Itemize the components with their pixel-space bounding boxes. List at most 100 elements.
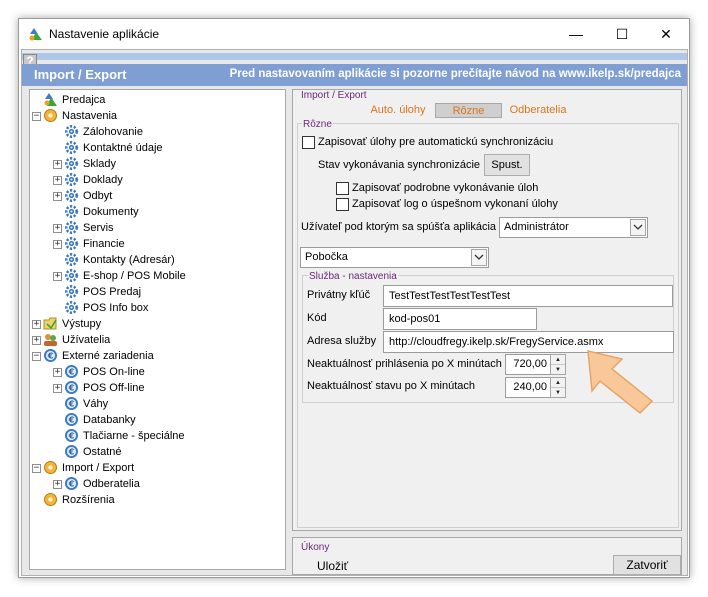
sync-tasks-checkbox[interactable]	[302, 136, 315, 149]
users-icon	[43, 332, 58, 347]
tree-item[interactable]: € Ostatné	[30, 444, 280, 460]
tree-item-label: Tlačiarne - špeciálne	[83, 430, 185, 442]
tree-item-label: Predajca	[62, 94, 106, 106]
expand-icon[interactable]: +	[53, 368, 62, 377]
save-button[interactable]: Uložiť	[317, 559, 348, 573]
tree-item-label: Databanky	[83, 414, 136, 426]
device-icon: €	[64, 364, 79, 379]
expand-icon[interactable]: +	[53, 480, 62, 489]
expand-icon[interactable]: +	[53, 224, 62, 233]
private-key-input[interactable]: TestTestTestTestTestTest	[383, 285, 673, 307]
tree-item-label: Import / Export	[62, 462, 135, 474]
tree-item[interactable]: € Databanky	[30, 412, 280, 428]
settings-window: Nastavenie aplikácie — ☐ ✕ ? Import / Ex…	[18, 18, 690, 578]
tree-item[interactable]: Predajca	[30, 92, 280, 108]
tree-item[interactable]: € Váhy	[30, 396, 280, 412]
code-label: Kód	[307, 312, 327, 324]
collapse-icon[interactable]: −	[32, 464, 41, 473]
tree-item[interactable]: − Import / Export	[30, 460, 280, 476]
tree-item[interactable]: − € Externé zariadenia	[30, 348, 280, 364]
collapse-icon[interactable]: −	[32, 112, 41, 121]
tree-item[interactable]: Kontakty (Adresár)	[30, 252, 280, 268]
success-log-label: Zapisovať log o úspešnom vykonaní úlohy	[352, 198, 558, 210]
device-icon: €	[43, 348, 58, 363]
expand-icon[interactable]: +	[53, 160, 62, 169]
chevron-down-icon[interactable]	[630, 219, 646, 236]
expand-icon[interactable]: +	[53, 192, 62, 201]
svg-text:€: €	[68, 416, 75, 425]
tree-item[interactable]: + Odbyt	[30, 188, 280, 204]
spin-up-icon[interactable]: ▲	[551, 378, 565, 388]
expand-icon[interactable]: +	[32, 336, 41, 345]
detailed-log-checkbox[interactable]	[336, 182, 349, 195]
tab-customers[interactable]: Odberatelia	[507, 103, 569, 118]
app-icon	[43, 92, 58, 107]
tree-item[interactable]: + Výstupy	[30, 316, 280, 332]
gear-icon	[64, 140, 79, 155]
tree-item[interactable]: Dokumenty	[30, 204, 280, 220]
login-timeout-spinner[interactable]: ▲ ▼	[550, 354, 566, 375]
tree-item[interactable]: + E-shop / POS Mobile	[30, 268, 280, 284]
state-timeout-spinner[interactable]: ▲ ▼	[550, 377, 566, 398]
tree-item[interactable]: + Doklady	[30, 172, 280, 188]
expand-icon[interactable]: +	[53, 272, 62, 281]
tree-item[interactable]: Kontaktné údaje	[30, 140, 280, 156]
tree-item-label: Odberatelia	[83, 478, 140, 490]
tree-item[interactable]: € Tlačiarne - špeciálne	[30, 428, 280, 444]
tree-item[interactable]: − Nastavenia	[30, 108, 280, 124]
actions-label: Úkony	[301, 542, 330, 553]
tree-item[interactable]: + € Odberatelia	[30, 476, 280, 492]
tree-item-label: POS Off-line	[83, 382, 145, 394]
close-dialog-button[interactable]: Zatvoriť	[613, 555, 681, 575]
expand-icon[interactable]: +	[53, 240, 62, 249]
tree-item[interactable]: POS Info box	[30, 300, 280, 316]
tree-item[interactable]: + Sklady	[30, 156, 280, 172]
tree-item[interactable]: POS Predaj	[30, 284, 280, 300]
chevron-down-icon[interactable]	[471, 249, 487, 266]
gear-folder-icon	[43, 460, 58, 475]
tree-item[interactable]: Zálohovanie	[30, 124, 280, 140]
state-timeout-input[interactable]: 240,00	[505, 377, 551, 398]
tree-item[interactable]: Rozšírenia	[30, 492, 280, 508]
close-window-button[interactable]: ✕	[643, 19, 689, 49]
spin-up-icon[interactable]: ▲	[551, 355, 565, 365]
gear-icon	[64, 188, 79, 203]
maximize-button[interactable]: ☐	[599, 19, 645, 49]
tree-item[interactable]: + Užívatelia	[30, 332, 280, 348]
gear-icon	[64, 220, 79, 235]
login-timeout-label: Neaktuálnosť prihlásenia po X minútach	[307, 358, 502, 370]
private-key-label: Privátny kľúč	[307, 289, 371, 301]
tab-various[interactable]: Rôzne	[435, 103, 502, 118]
tree-item[interactable]: + € POS Off-line	[30, 380, 280, 396]
expand-icon[interactable]: +	[53, 384, 62, 393]
expand-icon[interactable]: +	[32, 320, 41, 329]
gear-folder-icon	[43, 492, 58, 507]
branch-select[interactable]: Pobočka	[300, 247, 489, 268]
collapse-icon[interactable]: −	[32, 352, 41, 361]
svg-text:€: €	[47, 352, 54, 361]
tab-auto-tasks[interactable]: Auto. úlohy	[366, 103, 430, 118]
tree-item-label: Servis	[83, 222, 114, 234]
start-sync-button[interactable]: Spust.	[484, 154, 530, 176]
minimize-button[interactable]: —	[553, 19, 599, 49]
tree-item-label: Financie	[83, 238, 125, 250]
tree-item-label: POS Predaj	[83, 286, 142, 298]
gear-icon	[64, 300, 79, 315]
code-input[interactable]: kod-pos01	[383, 308, 537, 330]
folder-icon	[43, 316, 58, 331]
sync-state-label: Stav vykonávania synchronizácie	[318, 159, 481, 171]
device-icon: €	[64, 396, 79, 411]
device-icon: €	[64, 476, 79, 491]
spin-down-icon[interactable]: ▼	[551, 388, 565, 398]
tree-item[interactable]: + Financie	[30, 236, 280, 252]
settings-tree[interactable]: Predajca − Nastavenia Zálohovanie Kontaktné …	[29, 89, 286, 570]
title-bar[interactable]: Nastavenie aplikácie — ☐ ✕	[19, 19, 689, 49]
gear-icon	[64, 252, 79, 267]
login-timeout-input[interactable]: 720,00	[505, 354, 551, 375]
spin-down-icon[interactable]: ▼	[551, 365, 565, 375]
tree-item[interactable]: + € POS On-line	[30, 364, 280, 380]
run-user-select[interactable]: Administrátor	[499, 217, 648, 238]
tree-item[interactable]: + Servis	[30, 220, 280, 236]
success-log-checkbox[interactable]	[336, 198, 349, 211]
expand-icon[interactable]: +	[53, 176, 62, 185]
